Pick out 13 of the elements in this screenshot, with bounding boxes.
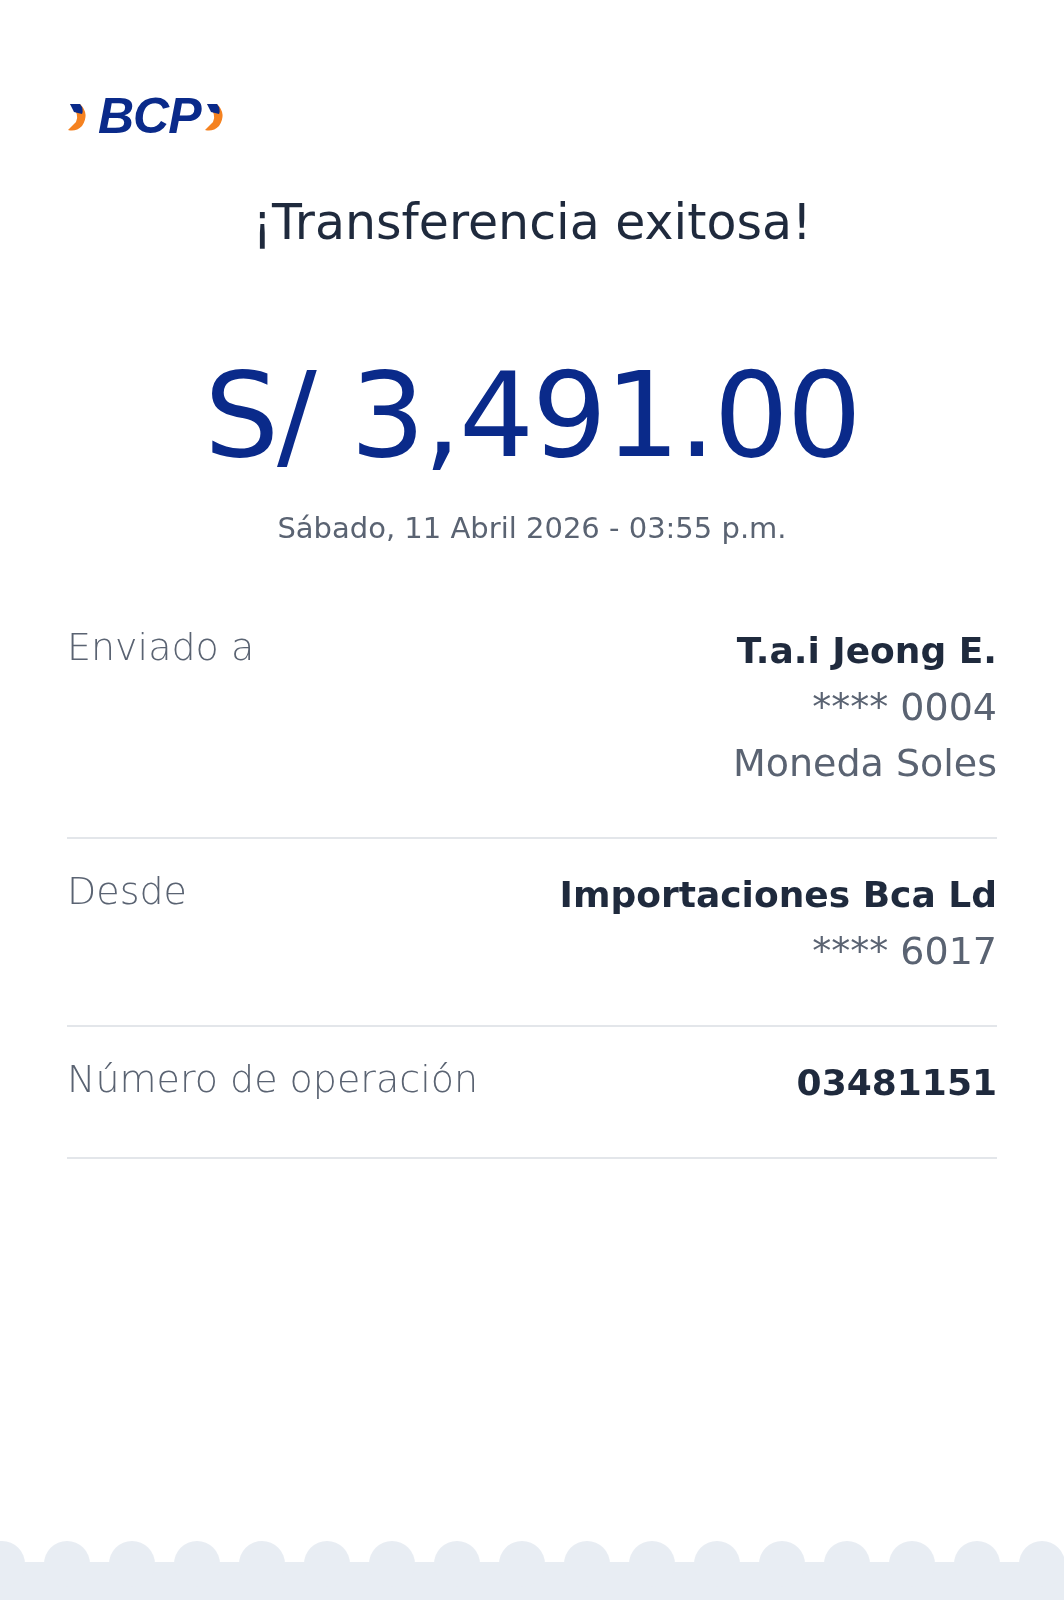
detail-label: Número de operación [67,1056,479,1101]
logo-text: BCP [98,87,201,145]
detail-label: Desde [67,868,187,913]
detail-value: 03481151 [796,1060,997,1105]
detail-label: Enviado a [67,624,255,669]
detail-value: **** 0004 [812,683,997,731]
detail-value: Moneda Soles [732,739,997,787]
detail-value: T.a.i Jeong E. [736,628,997,673]
detail-value: Importaciones Bca Ld [559,872,997,917]
detail-value: **** 6017 [812,927,997,975]
transfer-date: Sábado, 11 Abril 2026 - 03:55 p.m. [276,510,788,545]
page-title: ¡Transferencia exitosa! [251,194,813,251]
amount: S/ 3,491.00 [203,351,861,481]
